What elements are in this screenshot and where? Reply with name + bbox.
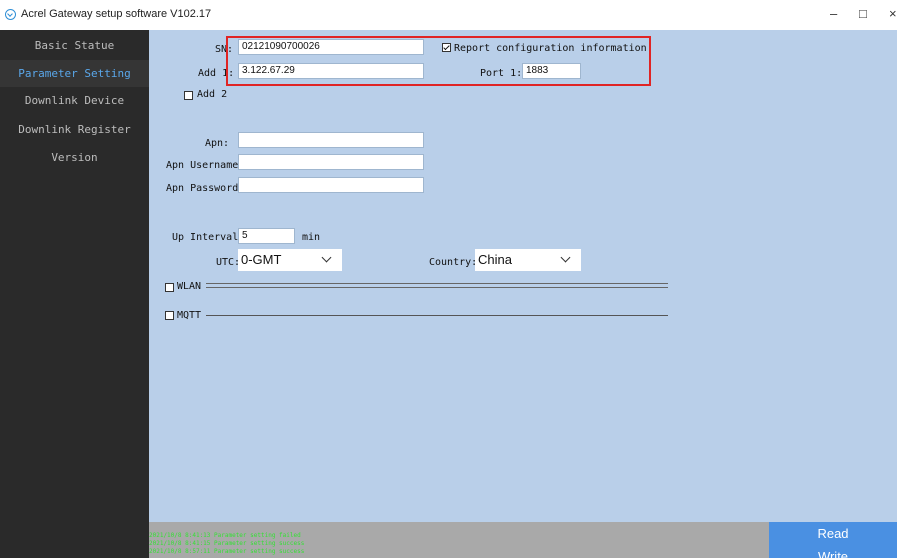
- read-button[interactable]: Read: [769, 526, 897, 541]
- utc-select[interactable]: 0-GMT: [238, 249, 342, 271]
- apn-field[interactable]: [238, 132, 424, 148]
- app-logo-icon: [5, 9, 16, 20]
- up-interval-unit: min: [302, 232, 321, 243]
- window-title: Acrel Gateway setup software V102.17: [21, 8, 212, 20]
- wlan-divider-lower: [206, 287, 668, 288]
- apn-password-field[interactable]: [238, 177, 424, 193]
- log-line: 2021/10/8 8:41:13 Parameter setting fail…: [149, 532, 301, 539]
- apn-username-label: Apn Username:: [166, 160, 245, 171]
- wlan-label: WLAN: [177, 281, 202, 292]
- log-panel: 2021/10/8 8:41:13 Parameter setting fail…: [149, 522, 769, 558]
- log-line: 2021/10/8 8:57:11 Parameter setting succ…: [149, 548, 305, 555]
- maximize-button[interactable]: □: [859, 6, 867, 21]
- add2-checkbox[interactable]: [184, 91, 193, 100]
- country-label: Country:: [429, 257, 478, 268]
- country-select-value: China: [478, 252, 512, 267]
- sidebar-item-basic-statue[interactable]: Basic Statue: [0, 32, 149, 59]
- country-select[interactable]: China: [475, 249, 581, 271]
- utc-select-value: 0-GMT: [241, 252, 282, 267]
- up-interval-field[interactable]: 5: [238, 228, 295, 244]
- log-line: 2021/10/8 8:41:15 Parameter setting succ…: [149, 540, 305, 547]
- action-panel: Read Write: [769, 522, 897, 558]
- mqtt-divider: [206, 315, 668, 316]
- close-button[interactable]: ×: [889, 6, 897, 21]
- sidebar-item-downlink-device[interactable]: Downlink Device: [0, 87, 149, 114]
- up-interval-label: Up Interval:: [172, 232, 245, 243]
- add2-label: Add 2: [197, 89, 228, 100]
- minimize-button[interactable]: –: [830, 6, 837, 21]
- sidebar-item-parameter-setting[interactable]: Parameter Setting: [0, 60, 149, 87]
- sidebar: Basic Statue Parameter Setting Downlink …: [0, 30, 149, 558]
- mqtt-checkbox[interactable]: [165, 311, 174, 320]
- chevron-down-icon: [560, 252, 571, 263]
- parameter-setting-panel: [149, 30, 897, 522]
- sidebar-item-downlink-register[interactable]: Downlink Register: [0, 116, 149, 143]
- apn-label: Apn:: [205, 138, 230, 149]
- wlan-divider: [206, 283, 668, 284]
- wlan-checkbox[interactable]: [165, 283, 174, 292]
- sidebar-item-version[interactable]: Version: [0, 144, 149, 171]
- write-button[interactable]: Write: [769, 549, 897, 558]
- apn-username-field[interactable]: [238, 154, 424, 170]
- title-bar: Acrel Gateway setup software V102.17 – □…: [0, 0, 897, 30]
- chevron-down-icon: [321, 252, 332, 263]
- utc-label: UTC:: [216, 257, 241, 268]
- apn-password-label: Apn Password:: [166, 183, 245, 194]
- mqtt-label: MQTT: [177, 310, 202, 321]
- highlight-box: [226, 36, 651, 86]
